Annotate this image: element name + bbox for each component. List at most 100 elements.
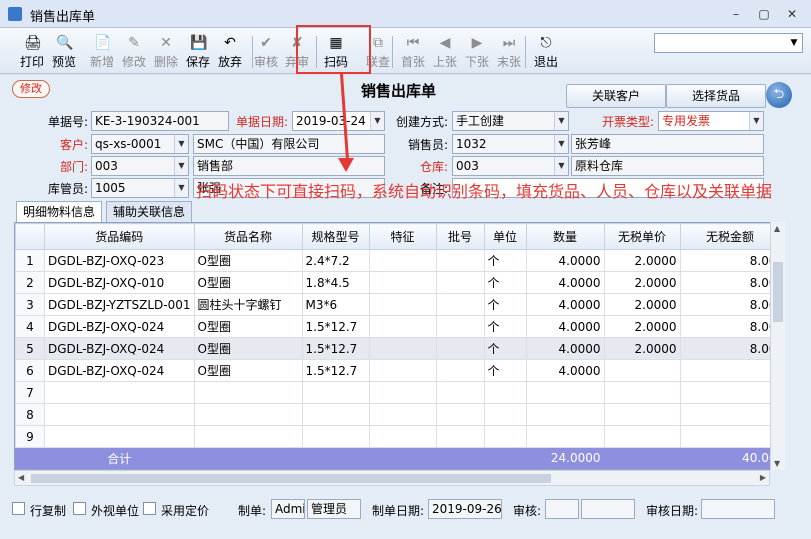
table-cell[interactable]: 个 [483, 359, 527, 382]
table-cell[interactable]: 8.00 [679, 293, 781, 316]
table-cell[interactable]: 个 [483, 249, 527, 272]
table-cell[interactable]: O型圈 [193, 315, 303, 338]
column-header[interactable]: 数量 [525, 223, 605, 250]
dept-code-field[interactable]: 003 ▼ [91, 156, 189, 176]
table-cell[interactable] [301, 403, 370, 426]
table-cell[interactable]: 1.5*12.7 [301, 359, 370, 382]
table-cell[interactable] [603, 359, 681, 382]
table-cell[interactable] [435, 271, 485, 294]
maker-name-field[interactable]: 管理员 [307, 499, 361, 519]
column-header[interactable]: 批号 [435, 223, 485, 250]
toolbar-button-1[interactable]: 🔍 预览 [48, 32, 80, 72]
tab-detail-materials[interactable]: 明细物料信息 [16, 201, 103, 223]
table-cell[interactable]: 8.00 [679, 315, 781, 338]
table-cell[interactable]: 4.0000 [525, 337, 605, 360]
table-cell[interactable]: DGDL-BZJ-OXQ-024 [44, 359, 195, 382]
scroll-right-icon[interactable]: ▶ [760, 473, 766, 482]
table-cell[interactable]: 4.0000 [525, 249, 605, 272]
column-header[interactable]: 无税单价 [603, 223, 681, 250]
table-cell[interactable]: O型圈 [193, 359, 303, 382]
link-customer-button[interactable]: 关联客户 [566, 84, 666, 108]
minimize-button[interactable]: – [724, 4, 748, 24]
toolbar-search-combo[interactable]: ▼ [654, 33, 803, 53]
table-cell[interactable]: 2.4*7.2 [301, 249, 370, 272]
table-cell[interactable]: 1.5*12.7 [301, 315, 370, 338]
horizontal-scroll-thumb[interactable] [31, 474, 551, 483]
doc-no-field[interactable]: KE-3-190324-001 [91, 111, 229, 131]
table-row[interactable]: 4 DGDL-BZJ-OXQ-024 O型圈 1.5*12.7 个 4.0000 2.000… [15, 315, 781, 338]
warehouse-name-field[interactable]: 原料仓库 [571, 156, 764, 176]
table-cell[interactable]: 4.0000 [525, 271, 605, 294]
chevron-down-icon[interactable]: ▼ [554, 112, 568, 130]
column-header[interactable]: 货品编码 [44, 223, 195, 250]
foreign-unit-checkbox[interactable] [73, 502, 86, 515]
toolbar-button-5[interactable]: 💾 保存 [182, 32, 214, 72]
toolbar-button-0[interactable]: 🖨 打印 [16, 32, 48, 72]
table-row[interactable]: 1 DGDL-BZJ-OXQ-023 O型圈 2.4*7.2 个 4.0000 2.0000… [15, 249, 781, 272]
table-cell[interactable]: 2.0000 [603, 337, 681, 360]
auditor-code-field[interactable] [545, 499, 579, 519]
column-header[interactable]: 单位 [483, 223, 527, 250]
table-cell[interactable]: 8.00 [679, 271, 781, 294]
table-cell[interactable]: DGDL-BZJ-OXQ-024 [44, 315, 195, 338]
table-cell[interactable] [193, 403, 303, 426]
toolbar-button-6[interactable]: ↶ 放弃 [214, 32, 246, 72]
toolbar-button-15[interactable]: ⎋ 退出 [530, 32, 562, 72]
table-cell[interactable] [603, 381, 681, 404]
table-cell[interactable]: 8.00 [679, 337, 781, 360]
table-row[interactable]: 5 DGDL-BZJ-OXQ-024 O型圈 1.5*12.7 个 4.0000 2.000… [15, 337, 781, 360]
table-cell[interactable]: 4.0000 [525, 293, 605, 316]
customer-name-field[interactable]: SMC（中国）有限公司 [193, 134, 385, 154]
table-cell[interactable]: DGDL-BZJ-YZTSZLD-001 [44, 293, 195, 316]
table-cell[interactable] [679, 403, 781, 426]
table-cell[interactable] [525, 425, 605, 448]
row-copy-checkbox[interactable] [12, 502, 25, 515]
table-cell[interactable] [679, 359, 781, 382]
table-cell[interactable] [368, 249, 437, 272]
table-cell[interactable] [603, 425, 681, 448]
table-cell[interactable] [435, 403, 485, 426]
chevron-down-icon[interactable]: ▼ [749, 112, 763, 130]
vertical-scroll-thumb[interactable] [773, 262, 783, 322]
table-cell[interactable] [525, 403, 605, 426]
table-row[interactable]: 7 [15, 381, 781, 404]
table-cell[interactable]: O型圈 [193, 337, 303, 360]
column-header[interactable]: 规格型号 [301, 223, 370, 250]
table-cell[interactable]: O型圈 [193, 249, 303, 272]
table-cell[interactable] [525, 381, 605, 404]
dept-name-field[interactable]: 销售部 [193, 156, 385, 176]
table-cell[interactable] [193, 425, 303, 448]
toolbar-button-12[interactable]: ◀ 上张 [429, 32, 461, 72]
column-header[interactable] [15, 223, 45, 250]
table-cell[interactable] [368, 381, 437, 404]
table-cell[interactable]: 1.5*12.7 [301, 337, 370, 360]
table-row[interactable]: 3 DGDL-BZJ-YZTSZLD-001 圆柱头十字螺钉 M3*6 个 4.0000 2… [15, 293, 781, 316]
table-cell[interactable] [368, 359, 437, 382]
salesman-name-field[interactable]: 张芳峰 [571, 134, 764, 154]
table-cell[interactable] [435, 337, 485, 360]
make-date-field[interactable]: 2019-09-26 [428, 499, 502, 519]
create-mode-field[interactable]: 手工创建 ▼ [452, 111, 569, 131]
table-cell[interactable]: 个 [483, 293, 527, 316]
table-cell[interactable]: M3*6 [301, 293, 370, 316]
table-cell[interactable]: 8.00 [679, 249, 781, 272]
table-row[interactable]: 6 DGDL-BZJ-OXQ-024 O型圈 1.5*12.7 个 4.0000 [15, 359, 781, 382]
table-cell[interactable] [44, 425, 195, 448]
table-row[interactable]: 8 [15, 403, 781, 426]
column-header[interactable]: 无税金额 [679, 223, 781, 250]
table-cell[interactable] [368, 403, 437, 426]
doc-date-field[interactable]: 2019-03-24 ▼ [292, 111, 385, 131]
table-cell[interactable]: 2.0000 [603, 249, 681, 272]
table-cell[interactable] [44, 403, 195, 426]
chevron-down-icon[interactable]: ▼ [370, 112, 384, 130]
back-icon[interactable]: ⮌ [766, 82, 792, 108]
salesman-code-field[interactable]: 1032 ▼ [452, 134, 569, 154]
toolbar-button-7[interactable]: ✔ 审核 [250, 32, 282, 72]
toolbar-button-14[interactable]: ⏭ 末张 [493, 32, 525, 72]
chevron-down-icon[interactable]: ▼ [174, 135, 188, 153]
toolbar-button-2[interactable]: 📄 新增 [86, 32, 118, 72]
table-cell[interactable]: 4.0000 [525, 315, 605, 338]
table-cell[interactable] [435, 425, 485, 448]
table-row[interactable]: 9 [15, 425, 781, 448]
column-header[interactable]: 特征 [368, 223, 437, 250]
